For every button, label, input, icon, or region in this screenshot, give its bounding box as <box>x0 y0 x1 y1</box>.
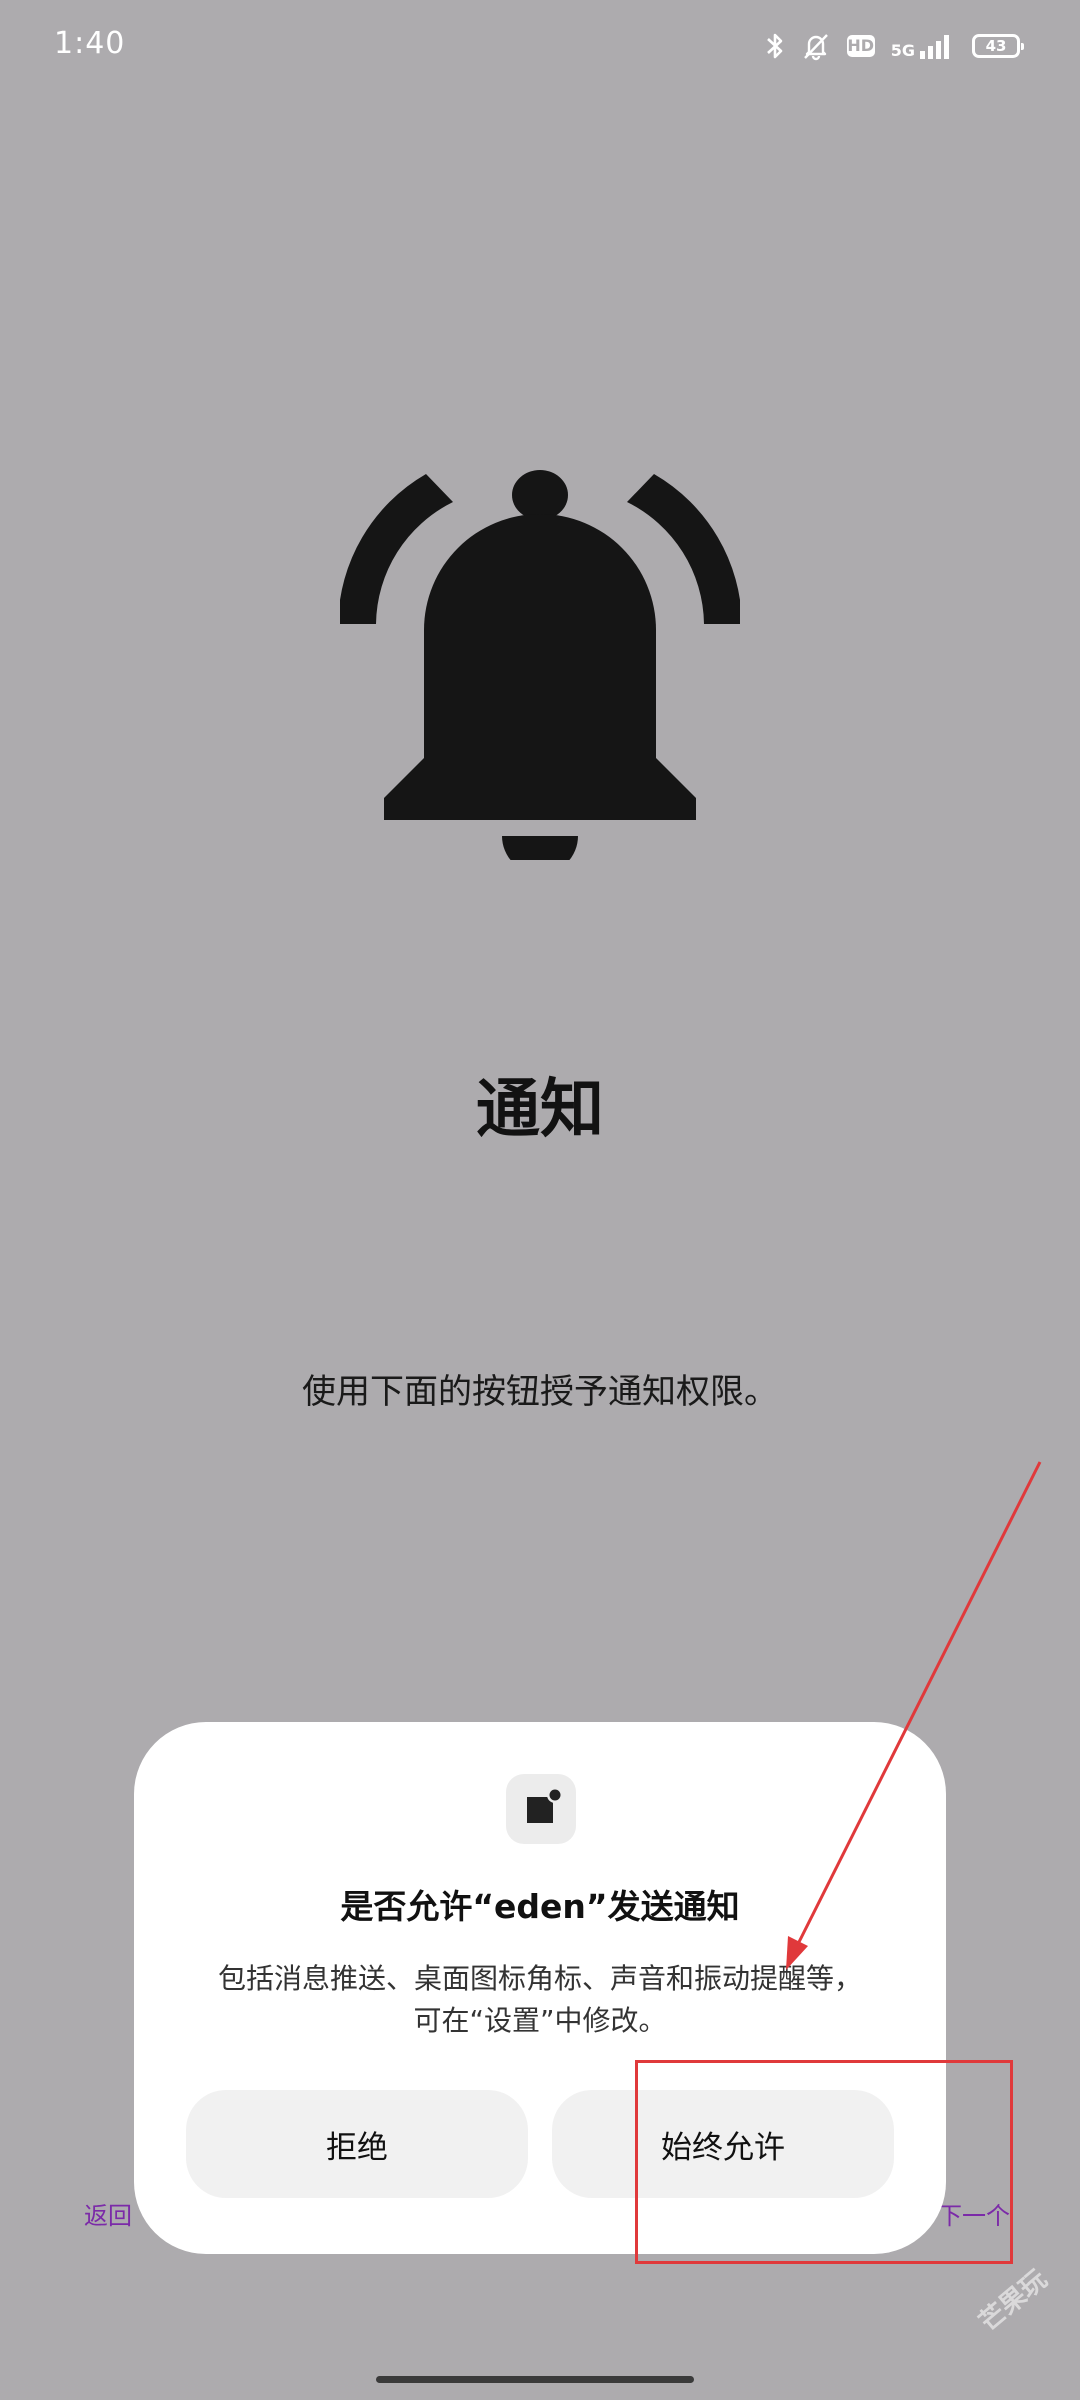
watermark: 芒果玩 <box>973 2264 1053 2338</box>
dialog-body: 包括消息推送、桌面图标角标、声音和振动提醒等， 可在“设置”中修改。 <box>174 1958 906 2042</box>
status-time: 1:40 <box>54 26 126 61</box>
bluetooth-icon <box>766 33 783 59</box>
network-type-label: 5G <box>890 41 915 60</box>
hd-icon: HD <box>846 35 875 57</box>
deny-button[interactable]: 拒绝 <box>186 2090 528 2198</box>
dialog-body-line: 可在“设置”中修改。 <box>413 2004 667 2037</box>
dialog-body-line: 包括消息推送、桌面图标角标、声音和振动提醒等， <box>217 1962 862 1995</box>
page-description: 使用下面的按钮授予通知权限。 <box>302 1372 778 1412</box>
dialog-title: 是否允许“eden”发送通知 <box>340 1887 740 1926</box>
bell-graphic <box>340 460 740 860</box>
status-icons: HD 5G 43 <box>765 26 1024 66</box>
mute-bell-icon <box>803 34 828 61</box>
app-notification-icon <box>506 1774 576 1844</box>
back-link[interactable]: 返回 <box>84 2196 132 2231</box>
page-title: 通知 <box>476 1073 604 1147</box>
annotation-highlight-box <box>635 2060 1013 2264</box>
signal-5g-icon: 5G <box>891 33 956 59</box>
home-indicator[interactable] <box>376 2376 694 2383</box>
battery-icon: 43 <box>972 34 1024 58</box>
